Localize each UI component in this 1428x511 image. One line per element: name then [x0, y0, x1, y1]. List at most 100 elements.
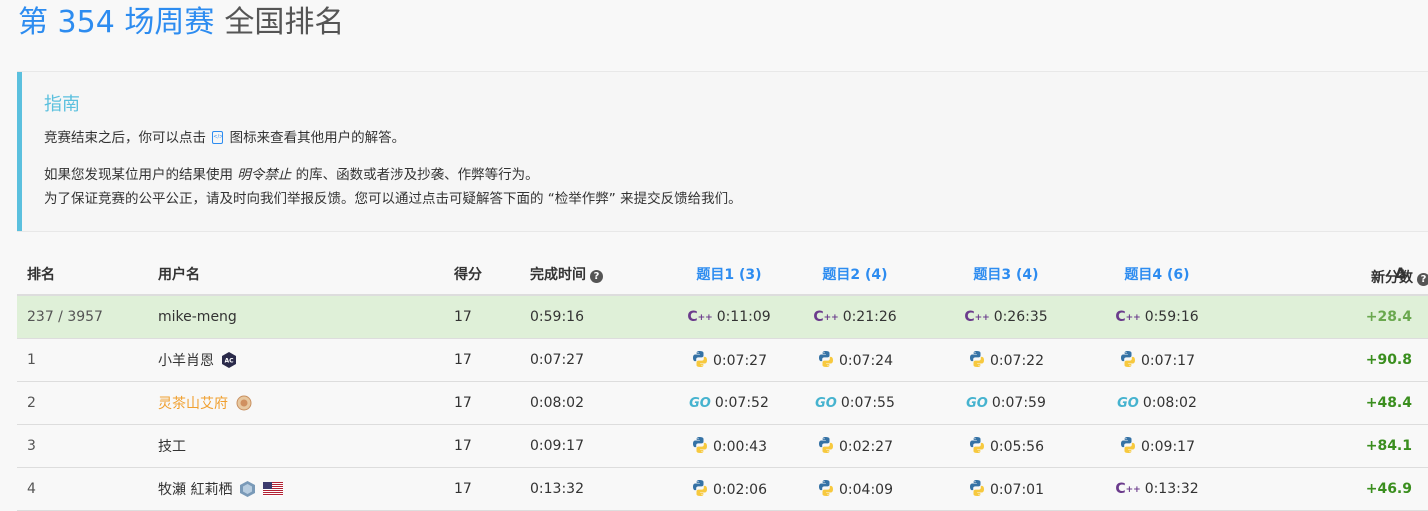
username-link[interactable]: 灵茶山艾府 — [158, 396, 228, 412]
new-score-cell: 2230 — [1416, 295, 1428, 338]
python-icon — [819, 437, 833, 453]
new-score-cell: 3202.3 — [1416, 467, 1428, 510]
solve-time: 0:02:27 — [839, 439, 893, 455]
q4-cell[interactable]: 0:07:17 — [1094, 338, 1220, 381]
user-cell[interactable]: 灵茶山艾府 — [158, 381, 454, 424]
q4-cell[interactable]: C++ 0:59:16 — [1094, 295, 1220, 338]
python-icon — [970, 351, 984, 367]
q2-cell[interactable]: 0:04:09 — [792, 467, 918, 510]
table-row: 2 灵茶山艾府 17 0:08:02 GO 0:07:52 GO 0:07:55 G… — [17, 381, 1428, 424]
q2-cell[interactable]: C++ 0:21:26 — [792, 295, 918, 338]
solve-time: 0:05:56 — [990, 439, 1044, 455]
guide-line-2: 如果您发现某位用户的结果使用 明令禁止 的库、函数或者涉及抄袭、作弊等行为。 — [44, 167, 539, 183]
solve-time: 0:00:43 — [713, 439, 767, 455]
q1-cell[interactable]: GO 0:07:52 — [666, 381, 792, 424]
q4-cell[interactable]: GO 0:08:02 — [1094, 381, 1220, 424]
rank-cell: 4 — [27, 480, 36, 497]
finish-time-cell: 0:08:02 — [530, 394, 584, 411]
header-q2[interactable]: 题目2 (4) — [792, 253, 918, 295]
header-q4[interactable]: 题目4 (6) — [1094, 253, 1220, 295]
rank-cell: 3 — [27, 437, 36, 454]
q4-cell[interactable]: C++ 0:13:32 — [1094, 467, 1220, 510]
finish-time-cell: 0:07:27 — [530, 351, 584, 368]
svg-text:AC: AC — [224, 357, 234, 364]
score-cell: 17 — [454, 394, 472, 411]
header-q3[interactable]: 题目3 (4) — [918, 253, 1094, 295]
question-mark-icon[interactable]: ? — [590, 269, 603, 283]
solve-time: 0:07:01 — [990, 482, 1044, 498]
guide-line-3: 为了保证竞赛的公平公正，请及时向我们举报反馈。您可以通过点击可疑解答下面的 “检… — [44, 191, 742, 207]
username-link[interactable]: 技工 — [158, 439, 186, 455]
cpp-icon: C++ — [964, 308, 990, 325]
solve-time: 0:09:17 — [1141, 439, 1195, 455]
user-cell[interactable]: 技工 — [158, 424, 454, 467]
solve-time: 0:07:55 — [840, 394, 895, 411]
table-row: 1 小羊肖恩 AC 17 0:07:27 0:07:27 0:07:24 0:07… — [17, 338, 1428, 381]
table-row: 3 技工 17 0:09:17 0:00:43 0:02:27 0:05:56 … — [17, 424, 1428, 467]
finish-time-cell: 0:13:32 — [530, 480, 584, 497]
solve-time: 0:13:32 — [1144, 480, 1199, 497]
username-link[interactable]: 小羊肖恩 — [158, 353, 214, 369]
q3-cell[interactable]: 0:05:56 — [918, 424, 1094, 467]
q3-cell[interactable]: 0:07:22 — [918, 338, 1094, 381]
contest-link[interactable]: 第 354 场周赛 — [18, 5, 214, 40]
user-cell[interactable]: 牧瀬 紅莉栖 — [158, 467, 454, 510]
solve-time: 0:11:09 — [716, 308, 771, 325]
finish-time-cell: 0:59:16 — [530, 308, 584, 325]
go-icon: GO — [689, 395, 711, 411]
python-icon — [693, 437, 707, 453]
shield-badge-icon — [240, 480, 256, 497]
solve-time: 0:07:22 — [990, 353, 1044, 369]
q3-cell[interactable]: C++ 0:26:35 — [918, 295, 1094, 338]
solve-time: 0:04:09 — [839, 482, 893, 498]
solve-time: 0:02:06 — [713, 482, 767, 498]
table-row: 237 / 3957 mike-meng 17 0:59:16 C++ 0:11:… — [17, 295, 1428, 338]
guide-heading: 指南 — [44, 94, 80, 115]
user-cell[interactable]: mike-meng — [158, 295, 454, 338]
solve-time: 0:07:59 — [991, 394, 1046, 411]
ranking-table: 排名 用户名 得分 完成时间? 题目1 (3) 题目2 (4) 题目3 (4) … — [17, 253, 1428, 511]
q3-cell[interactable]: GO 0:07:59 — [918, 381, 1094, 424]
guide-line-1: 竞赛结束之后，你可以点击 图标来查看其他用户的解答。 — [44, 127, 405, 149]
question-mark-icon[interactable]: ? — [1417, 273, 1428, 286]
rank-cell: 237 / 3957 — [27, 308, 103, 325]
page-title: 第 354 场周赛 全国排名 — [18, 0, 344, 46]
header-finish-time: 完成时间? — [530, 253, 666, 295]
q1-cell[interactable]: 0:07:27 — [666, 338, 792, 381]
python-icon — [970, 480, 984, 496]
delta-cell: +90.8 — [1365, 351, 1412, 368]
q2-cell[interactable]: 0:02:27 — [792, 424, 918, 467]
python-icon — [1121, 351, 1135, 367]
python-icon — [693, 351, 707, 367]
python-icon — [1121, 437, 1135, 453]
q1-cell[interactable]: 0:02:06 — [666, 467, 792, 510]
header-rank: 排名 — [27, 266, 55, 283]
rank-cell: 2 — [27, 394, 36, 411]
go-icon: GO — [966, 395, 988, 411]
guide-panel: 指南 竞赛结束之后，你可以点击 图标来查看其他用户的解答。 如果您发现某位用户的… — [17, 71, 1428, 232]
python-icon — [819, 480, 833, 496]
score-cell: 17 — [454, 308, 472, 325]
score-cell: 17 — [454, 437, 472, 454]
header-q1[interactable]: 题目1 (3) — [666, 253, 792, 295]
q2-cell[interactable]: GO 0:07:55 — [792, 381, 918, 424]
solve-time: 0:07:27 — [713, 353, 767, 369]
score-cell: 17 — [454, 480, 472, 497]
cpp-icon: C++ — [687, 308, 713, 325]
new-score-cell: 3080.2 — [1416, 424, 1428, 467]
q1-cell[interactable]: 0:00:43 — [666, 424, 792, 467]
new-score-cell: 3500.9 — [1416, 381, 1428, 424]
q3-cell[interactable]: 0:07:01 — [918, 467, 1094, 510]
q1-cell[interactable]: C++ 0:11:09 — [666, 295, 792, 338]
username-link[interactable]: mike-meng — [158, 309, 237, 325]
user-cell[interactable]: 小羊肖恩 AC — [158, 338, 454, 381]
table-row: 4 牧瀬 紅莉栖 17 0:13:32 0:02:06 0:04:09 0:07… — [17, 467, 1428, 510]
guardian-badge-icon: AC — [222, 351, 236, 368]
delta-cell: +48.4 — [1365, 394, 1412, 411]
go-icon: GO — [1117, 395, 1139, 411]
username-link[interactable]: 牧瀬 紅莉栖 — [158, 482, 232, 498]
title-suffix: 全国排名 — [224, 5, 345, 40]
q4-cell[interactable]: 0:09:17 — [1094, 424, 1220, 467]
python-icon — [970, 437, 984, 453]
q2-cell[interactable]: 0:07:24 — [792, 338, 918, 381]
